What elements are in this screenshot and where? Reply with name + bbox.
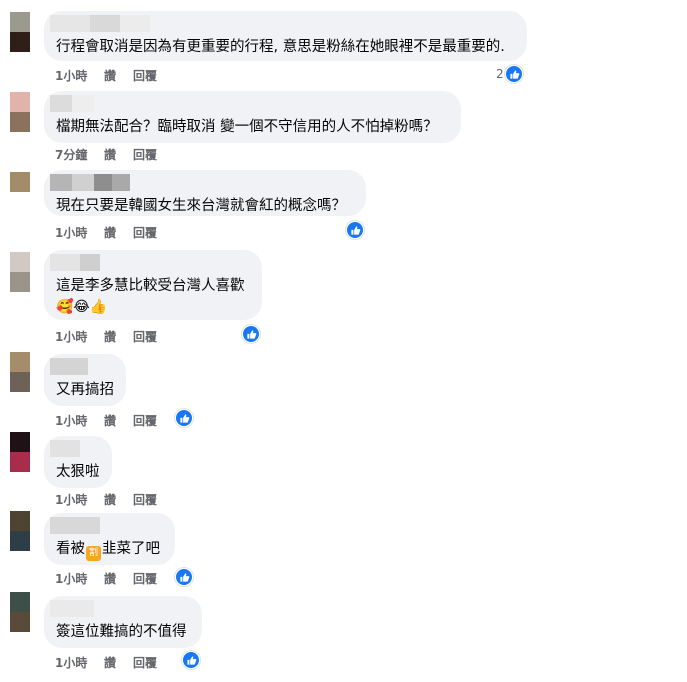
reply-button[interactable]: 回覆	[133, 570, 173, 587]
comment-bubble: 這是李多慧比較受台灣人喜歡 🥰😂👍	[44, 250, 262, 320]
reply-button[interactable]: 回覆	[133, 67, 173, 84]
comment-text-part: 看被	[56, 541, 85, 557]
comment-bubble: 看被割韭菜了吧	[44, 513, 175, 565]
comment-bubble: 簽這位難搞的不值得	[44, 596, 202, 648]
comment-text: 太狠啦	[56, 464, 100, 480]
avatar[interactable]	[10, 92, 30, 132]
like-button[interactable]: 讚	[104, 328, 133, 345]
avatar[interactable]	[10, 252, 30, 292]
thumbs-up-icon[interactable]	[175, 409, 193, 427]
like-button[interactable]: 讚	[104, 146, 133, 163]
author-name-redacted[interactable]	[50, 254, 100, 271]
like-button[interactable]: 讚	[104, 570, 133, 587]
avatar[interactable]	[10, 12, 30, 52]
emoji-reactions-text: 🥰😂👍	[56, 299, 108, 315]
comment-time[interactable]: 1小時	[55, 570, 104, 587]
comment-time[interactable]: 1小時	[55, 412, 104, 429]
avatar[interactable]	[10, 172, 30, 192]
author-name-redacted[interactable]	[50, 358, 88, 375]
reaction-count[interactable]: 2	[496, 67, 504, 81]
comment-time[interactable]: 1小時	[55, 491, 104, 508]
comment-text: 檔期無法配合？臨時取消 變一個不守信用的人不怕掉粉嗎？	[56, 119, 438, 135]
author-name-redacted[interactable]	[50, 600, 94, 617]
comment-text: 現在只要是韓國女生來台灣就會紅的概念嗎？	[56, 198, 346, 214]
like-button[interactable]: 讚	[104, 67, 133, 84]
author-name-redacted[interactable]	[50, 440, 80, 457]
comment-bubble: 檔期無法配合？臨時取消 變一個不守信用的人不怕掉粉嗎？	[44, 91, 461, 143]
thumbs-up-icon[interactable]	[505, 65, 523, 83]
comment-time[interactable]: 7分鐘	[55, 146, 104, 163]
thumbs-up-icon[interactable]	[182, 651, 200, 669]
comment-text: 簽這位難搞的不值得	[56, 624, 187, 640]
comment-bubble: 現在只要是韓國女生來台灣就會紅的概念嗎？	[44, 170, 366, 216]
like-button[interactable]: 讚	[104, 412, 133, 429]
author-name-redacted[interactable]	[50, 174, 130, 191]
comment-bubble: 太狠啦	[44, 436, 112, 488]
reply-button[interactable]: 回覆	[133, 491, 173, 508]
avatar[interactable]	[10, 511, 30, 551]
reply-button[interactable]: 回覆	[133, 328, 173, 345]
comment-bubble: 又再搞招	[44, 354, 126, 406]
reply-button[interactable]: 回覆	[133, 224, 173, 241]
comment-time[interactable]: 1小時	[55, 328, 104, 345]
avatar[interactable]	[10, 352, 30, 392]
thumbs-up-icon[interactable]	[242, 325, 260, 343]
comment-text-part: 韭菜了吧	[102, 541, 160, 557]
comment-text: 看被割韭菜了吧	[56, 539, 163, 561]
comment-time[interactable]: 1小時	[55, 654, 104, 671]
author-name-redacted[interactable]	[50, 517, 100, 534]
sticker-emoji: 割	[86, 546, 101, 561]
author-name-redacted[interactable]	[50, 95, 94, 112]
author-name-redacted[interactable]	[50, 15, 150, 32]
reply-button[interactable]: 回覆	[133, 654, 173, 671]
like-button[interactable]: 讚	[104, 491, 133, 508]
avatar[interactable]	[10, 592, 30, 632]
thumbs-up-icon[interactable]	[346, 221, 364, 239]
reply-button[interactable]: 回覆	[133, 412, 173, 429]
comment-text: 行程會取消是因為有更重要的行程, 意思是粉絲在她眼裡不是最重要的.	[56, 39, 505, 55]
comment-bubble: 行程會取消是因為有更重要的行程, 意思是粉絲在她眼裡不是最重要的.	[44, 11, 527, 61]
comment-time[interactable]: 1小時	[55, 67, 104, 84]
reply-button[interactable]: 回覆	[133, 146, 173, 163]
thumbs-up-icon[interactable]	[175, 568, 193, 586]
avatar[interactable]	[10, 432, 30, 472]
comment-time[interactable]: 1小時	[55, 224, 104, 241]
comment-text: 這是李多慧比較受台灣人喜歡	[56, 278, 245, 294]
like-button[interactable]: 讚	[104, 224, 133, 241]
like-button[interactable]: 讚	[104, 654, 133, 671]
comment-text: 又再搞招	[56, 382, 114, 398]
